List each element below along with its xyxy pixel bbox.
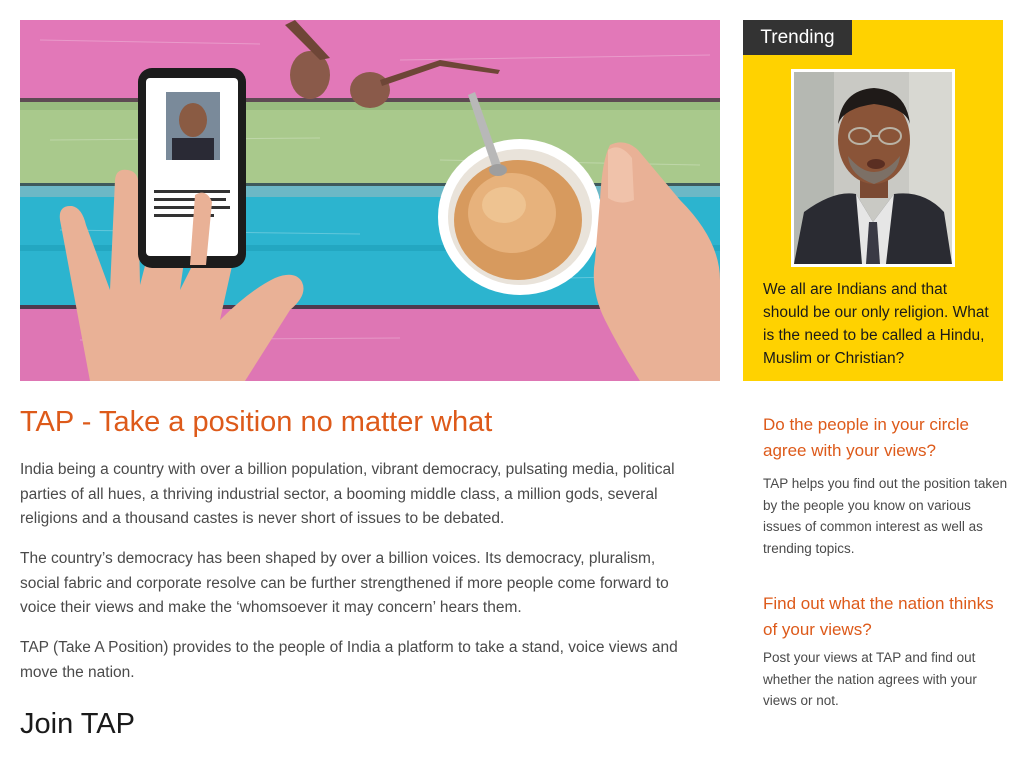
- circle-views-heading: Do the people in your circle agree with …: [763, 415, 970, 460]
- trending-quote[interactable]: We all are Indians and that should be ou…: [763, 278, 995, 370]
- page-title: TAP - Take a position no matter what: [20, 406, 493, 438]
- democracy-paragraph: The country’s democracy has been shaped …: [20, 550, 669, 616]
- join-tap-heading: Join TAP: [20, 708, 135, 740]
- hero-image: [20, 20, 720, 381]
- trending-tab: Trending: [743, 20, 852, 55]
- circle-views-text: TAP helps you find out the position take…: [763, 476, 1008, 556]
- trending-photo[interactable]: [791, 69, 955, 267]
- intro-paragraph: India being a country with over a billio…: [20, 461, 675, 527]
- nation-views-text: Post your views at TAP and find out whet…: [763, 650, 977, 708]
- tap-description-paragraph: TAP (Take A Position) provides to the pe…: [20, 639, 678, 681]
- trending-card[interactable]: Trending We all are Indians and that sho…: [743, 20, 1003, 381]
- nation-views-heading: Find out what the nation thinks of your …: [763, 594, 994, 639]
